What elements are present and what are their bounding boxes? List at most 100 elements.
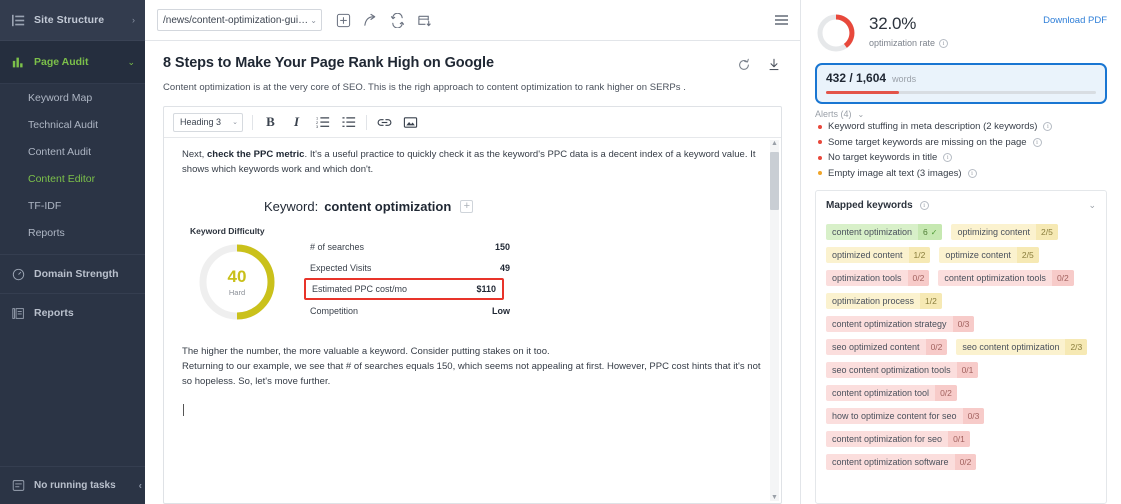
download-pdf-link[interactable]: Download PDF <box>1043 12 1107 26</box>
sidebar-item-domain-strength[interactable]: Domain Strength <box>0 254 145 293</box>
image-icon[interactable] <box>402 114 419 131</box>
status-dot <box>818 124 822 129</box>
alert-text: No target keywords in title <box>828 152 938 164</box>
mapped-keywords-header[interactable]: Mapped keywords i ⌄ <box>826 200 1096 211</box>
hamburger-menu-icon[interactable] <box>775 15 788 25</box>
sidebar-item-reports-sub[interactable]: Reports <box>0 219 145 246</box>
link-icon[interactable] <box>376 114 393 131</box>
refresh-icon[interactable] <box>736 57 752 73</box>
keyword-tag-label: content optimization tool <box>832 388 930 398</box>
sidebar-item-tf-idf[interactable]: TF-IDF <box>0 192 145 219</box>
scrollbar-thumb[interactable] <box>770 152 779 210</box>
paragraph-2-line-2: Returning to our example, we see that # … <box>182 361 761 387</box>
chevron-down-icon: ⌄ <box>127 56 135 67</box>
keyword-tag[interactable]: optimized content 1/2 <box>826 247 931 263</box>
heading-level-select[interactable]: Heading 3 ⌄ <box>173 112 243 132</box>
svg-text:3: 3 <box>316 125 318 129</box>
table-row: Expected Visits 49 <box>310 257 510 278</box>
sidebar-item-label: Page Audit <box>34 56 89 68</box>
keyword-tag[interactable]: optimizing content 2/5 <box>951 224 1058 240</box>
metric-label: Estimated PPC cost/mo <box>312 284 408 295</box>
editor-body[interactable]: Next, check the PPC metric. It's a usefu… <box>164 138 781 503</box>
share-icon[interactable] <box>362 12 378 28</box>
word-count-progress <box>826 91 1096 94</box>
export-icon[interactable] <box>416 12 432 28</box>
keyword-tag-label: content optimization strategy <box>832 319 947 329</box>
bold-button[interactable]: B <box>262 114 279 131</box>
sidebar-item-label: Reports <box>28 226 65 239</box>
sidebar-item-page-audit[interactable]: Page Audit ⌄ <box>0 41 145 84</box>
sidebar-item-technical-audit[interactable]: Technical Audit <box>0 111 145 138</box>
refresh-icon[interactable] <box>389 12 405 28</box>
scroll-up-arrow-icon[interactable]: ▲ <box>771 140 778 147</box>
keyword-tag-label: content optimization <box>832 227 913 237</box>
mapped-keywords-list: content optimization 6 ✓ optimizing content… <box>826 224 1096 470</box>
ordered-list-icon[interactable]: 123 <box>314 114 331 131</box>
keyword-tag[interactable]: content optimization tool 0/2 <box>826 385 957 401</box>
add-keyword-button[interactable]: + <box>460 200 474 214</box>
sidebar-collapse-button[interactable]: ‹ <box>139 480 142 491</box>
editor-paragraph-1: Next, check the PPC metric. It's a usefu… <box>182 148 761 177</box>
info-icon[interactable]: i <box>943 153 953 163</box>
sidebar-item-label: TF-IDF <box>28 199 62 212</box>
sidebar-item-keyword-map[interactable]: Keyword Map <box>0 84 145 111</box>
toolbar-divider <box>252 114 253 130</box>
keyword-tag[interactable]: seo optimized content 0/2 <box>826 339 948 355</box>
italic-button[interactable]: I <box>288 114 305 131</box>
keyword-difficulty-value-group: 40 Hard <box>196 241 278 323</box>
metric-value: 150 <box>494 241 510 252</box>
report-icon <box>10 307 26 320</box>
content-editor: Heading 3 ⌄ B I 123 Next, check the PPC … <box>163 106 782 504</box>
keyword-tag[interactable]: content optimization for seo 0/1 <box>826 431 970 447</box>
keyword-tag[interactable]: how to optimize content for seo 0/3 <box>826 408 985 424</box>
sidebar-item-content-audit[interactable]: Content Audit <box>0 138 145 165</box>
list-icon <box>10 14 26 27</box>
bar-chart-icon <box>10 56 26 69</box>
keyword-tag[interactable]: seo content optimization tools 0/1 <box>826 362 979 378</box>
right-panel: 32.0% optimization rate i Download PDF 4… <box>800 0 1121 504</box>
heading-level-value: Heading 3 <box>180 117 222 127</box>
download-icon[interactable] <box>766 57 782 73</box>
alerts-header[interactable]: Alerts (4) ⌄ <box>815 109 1107 119</box>
scroll-down-arrow-icon[interactable]: ▼ <box>771 494 778 501</box>
info-icon[interactable]: i <box>1032 137 1042 147</box>
page-description: Content optimization is at the very core… <box>163 82 686 93</box>
keyword-tag[interactable]: content optimization tools 0/2 <box>938 270 1074 286</box>
info-icon[interactable]: i <box>967 168 977 178</box>
paragraph-1-bold: check the PPC metric <box>206 149 305 160</box>
keyword-tag-count: 0/2 <box>935 385 957 401</box>
info-icon[interactable]: i <box>1043 122 1053 132</box>
info-icon[interactable]: i <box>939 38 949 48</box>
sidebar-item-site-structure[interactable]: Site Structure › <box>0 0 145 41</box>
keyword-tag-label: how to optimize content for seo <box>832 411 957 421</box>
status-dot <box>818 155 822 160</box>
keyword-tag-count: 0/2 <box>907 270 930 286</box>
list-item: Empty image alt text (3 images) i <box>815 166 1107 182</box>
keyword-tag[interactable]: optimization process 1/2 <box>826 293 942 309</box>
info-icon[interactable]: i <box>919 201 929 210</box>
keyword-tag[interactable]: optimization tools 0/2 <box>826 270 930 286</box>
keyword-tag[interactable]: content optimization strategy 0/3 <box>826 316 975 332</box>
keyword-tag[interactable]: content optimization software 0/2 <box>826 454 977 470</box>
sidebar-item-content-editor[interactable]: Content Editor <box>0 165 145 192</box>
keyword-tag[interactable]: content optimization 6 ✓ <box>826 224 943 240</box>
gauge-icon <box>10 268 26 281</box>
keyword-widget-title: Keyword: content optimization + <box>264 199 761 214</box>
task-icon <box>10 479 26 492</box>
table-row: Competition Low <box>310 300 510 321</box>
word-count-progress-fill <box>826 91 899 94</box>
keyword-difficulty-label: Keyword Difficulty <box>190 226 265 237</box>
keyword-tag-label: optimization tools <box>832 273 902 283</box>
alerts-list: Keyword stuffing in meta description (2 … <box>815 119 1107 181</box>
keyword-tag[interactable]: seo content optimization 2/3 <box>956 339 1088 355</box>
keyword-tag-count: 0/2 <box>925 339 948 355</box>
page-url-select[interactable]: /news/content-optimization-guide.html ⌄ <box>157 9 322 31</box>
keyword-difficulty-gauge: 40 Hard <box>196 241 278 323</box>
add-page-icon[interactable] <box>335 12 351 28</box>
bullet-list-icon[interactable] <box>340 114 357 131</box>
running-tasks-status[interactable]: No running tasks ‹ <box>0 466 145 504</box>
sidebar-item-reports[interactable]: Reports <box>0 293 145 332</box>
keyword-widget: Keyword: content optimization + Keyword … <box>190 199 761 323</box>
keyword-tag[interactable]: optimize content 2/5 <box>939 247 1039 263</box>
keyword-metrics-table: # of searches 150 Expected Visits 49 Est… <box>304 226 510 323</box>
